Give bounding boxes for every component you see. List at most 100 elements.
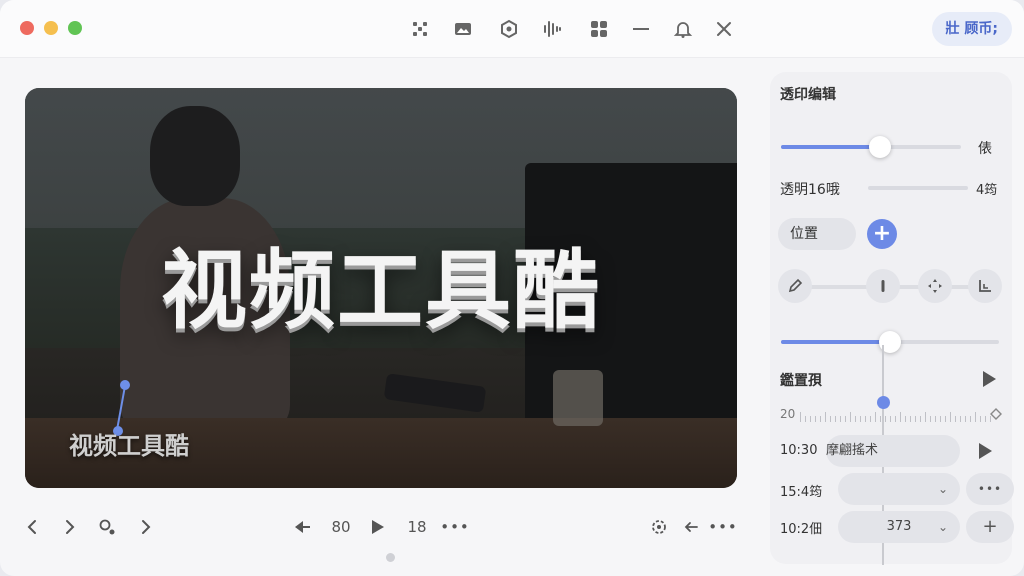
watermark-main-title[interactable]: 视频工具酷 [25,220,737,345]
image-icon[interactable] [450,16,476,42]
ruler-tick [895,416,896,422]
row-1-field-text: 摩翩搖术 [826,443,879,458]
video-preview[interactable]: 视频工具酷 视频工具酷 [25,88,737,488]
ruler-tick [860,416,861,422]
chevron-down-icon: ⌄ [937,482,948,496]
add-position-button[interactable]: + [867,219,897,249]
forward-button[interactable] [58,514,80,540]
watermark-sub-title[interactable]: 视频工具酷 [69,426,189,461]
ruler-tick [985,416,986,422]
panel-title: 透印编辑 [780,87,836,103]
ruler-tick [930,416,931,422]
play-icon[interactable] [366,514,388,540]
ruler-tick [870,416,871,422]
row-2-more-button[interactable]: ••• [966,473,1014,505]
ruler-tick [955,416,956,422]
ruler-tick [925,412,926,422]
ruler-tick [920,416,921,422]
title-bar: 壯 顾币; [0,0,1024,58]
opacity-label: 透明16哦 [780,182,840,198]
ruler-end-icon [990,408,1002,420]
opacity-value: 4筠 [976,183,998,198]
pen-icon[interactable] [778,269,812,303]
layout-icon[interactable] [586,16,612,42]
ruler-tick [960,416,961,422]
ruler-tick [815,416,816,422]
row-1-field[interactable]: 摩翩搖术 [826,435,960,467]
anchor-handle-top[interactable] [120,380,130,390]
ruler-tick [890,416,891,422]
preview-person-head [150,106,240,206]
close-window-button[interactable] [20,21,34,35]
row-2-time: 15:4筠 [780,485,823,500]
bell-icon[interactable] [670,16,696,42]
ruler-tick [950,412,951,422]
puzzle-icon[interactable] [496,16,522,42]
more-button[interactable]: ••• [440,514,469,540]
ruler-tick [885,416,886,422]
back-button[interactable] [22,514,44,540]
ruler-tick [900,412,901,422]
ruler-tick [845,416,846,422]
close-icon[interactable] [711,16,737,42]
chevron-down-icon: ⌄ [937,520,948,534]
ruler-tick [840,416,841,422]
row-3-dropdown[interactable]: 373 ⌄ [838,511,960,543]
ruler-tick [935,416,936,422]
target-icon[interactable] [646,514,672,540]
page-indicator[interactable] [386,553,395,562]
ruler-tick [910,416,911,422]
grid-dots-icon[interactable] [407,16,433,42]
ruler-tick [800,412,801,422]
row-3-add-button[interactable]: + [966,511,1014,543]
size-slider-fill [781,145,880,149]
row-2-dropdown[interactable]: ⌄ [838,473,960,505]
line-tool-icon[interactable] [866,269,900,303]
ruler-tick [875,412,876,422]
counter-right: 18 [407,518,427,536]
shapes-icon[interactable] [94,514,120,540]
zoom-window-button[interactable] [68,21,82,35]
ruler-tick [915,416,916,422]
preview-cup [553,370,603,426]
ruler-tick [975,412,976,422]
row-3-value: 373 [886,519,912,534]
ruler-tick [865,416,866,422]
app-window: 壯 顾币; 视频工具酷 视频工具酷 80 18 ••• ••• 透印编辑 俵 透… [0,0,1024,576]
opacity-slider[interactable] [868,186,968,190]
arrow-left-icon[interactable] [680,514,702,540]
ruler-tick [905,416,906,422]
ruler-tick [965,416,966,422]
preview-keyboard [383,373,487,413]
ruler-tick [880,416,881,422]
more-options-button[interactable]: ••• [708,514,737,540]
waveform-icon[interactable] [539,16,565,42]
playhead-handle[interactable] [877,396,890,409]
crop-icon[interactable] [968,269,1002,303]
ruler-tick [820,416,821,422]
rewind-icon[interactable] [288,514,316,540]
row-3-time: 10:2佃 [780,522,823,537]
ruler-tick [825,412,826,422]
counter-left: 80 [331,518,351,536]
row-1-time: 10:30 [780,443,818,458]
ruler-tick [855,416,856,422]
size-slider-knob[interactable] [869,136,891,158]
account-button[interactable]: 壯 顾币; [931,12,1012,46]
next-button[interactable] [134,514,156,540]
move-icon[interactable] [918,269,952,303]
ruler-tick [830,416,831,422]
timeline-ruler[interactable] [800,408,991,422]
minimize-window-button[interactable] [44,21,58,35]
position-chip[interactable]: 位置 [778,218,856,250]
ruler-tick [945,416,946,422]
timeline-play-icon[interactable] [983,371,996,387]
ruler-tick [810,416,811,422]
minus-icon[interactable] [628,16,654,42]
position-slider-fill [781,340,890,344]
ruler-tick [805,416,806,422]
ruler-tick [980,416,981,422]
ruler-tick [940,416,941,422]
row-1-play-icon[interactable] [979,443,992,459]
ruler-start-label: 20 [780,407,796,421]
